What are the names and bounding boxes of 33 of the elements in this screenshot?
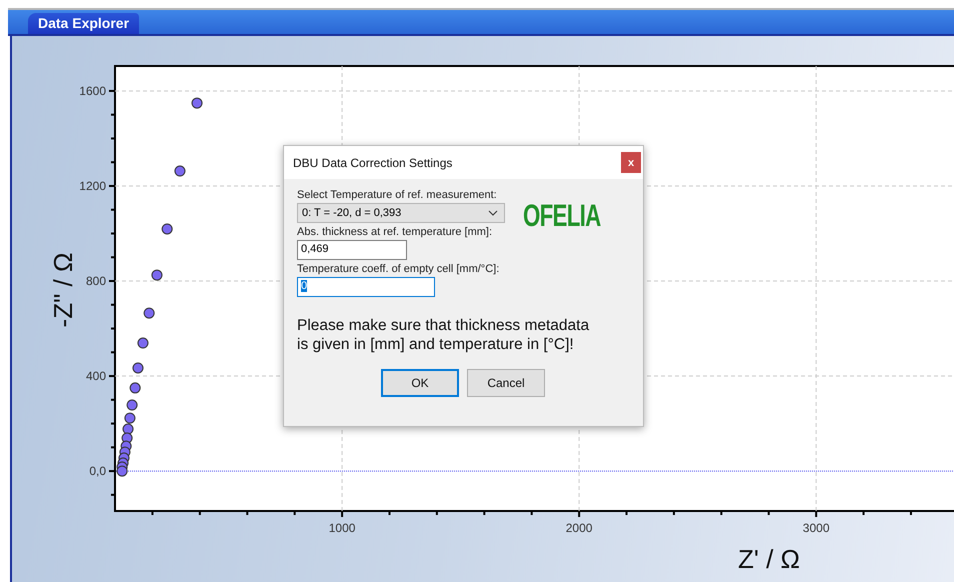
message: Please make sure that thickness metadata is given in [mm] and temperature in [°C]! xyxy=(297,316,590,354)
dialog-title: DBU Data Correction Settings xyxy=(293,156,452,170)
tick-label: 0,0 xyxy=(89,464,106,478)
dialog-button[interactable]: OK xyxy=(381,369,459,397)
tick-label: 3000 xyxy=(802,521,830,535)
tick-label: 1000 xyxy=(328,521,356,535)
tick-label: 1600 xyxy=(79,84,106,98)
tab[interactable]: Data Explorer xyxy=(28,13,140,34)
dialog-button[interactable]: Cancel xyxy=(467,369,545,397)
input-field[interactable]: 0,469 xyxy=(297,240,407,260)
data-point xyxy=(116,466,128,477)
input-field[interactable]: 0 xyxy=(297,277,435,297)
data-point xyxy=(126,400,138,411)
data-point xyxy=(144,308,155,319)
close-button[interactable]: x xyxy=(621,152,641,173)
data-point xyxy=(151,270,162,281)
axis-title: -Z" / Ω xyxy=(48,252,78,328)
data-point xyxy=(174,166,186,177)
tick-label: 1200 xyxy=(79,178,106,193)
data-point xyxy=(130,382,141,394)
tick-label: 800 xyxy=(86,274,106,288)
axis-title: Z' / Ω xyxy=(738,544,800,574)
data-point xyxy=(192,98,203,109)
field-label: Temperature coeff. of empty cell [mm/°C]: xyxy=(297,263,500,275)
tick-label: 2000 xyxy=(566,521,592,535)
logo: OFELIA xyxy=(523,199,601,233)
data-point xyxy=(162,223,173,234)
chevron-icon xyxy=(488,210,498,216)
field-label: Select Temperature of ref. measurement: xyxy=(297,189,498,201)
tick-label: 400 xyxy=(86,369,106,384)
field-label: Abs. thickness at ref. temperature [mm]: xyxy=(297,226,494,238)
dropdown[interactable]: 0: T = -20, d = 0,393 xyxy=(297,203,505,223)
data-point xyxy=(124,412,136,424)
